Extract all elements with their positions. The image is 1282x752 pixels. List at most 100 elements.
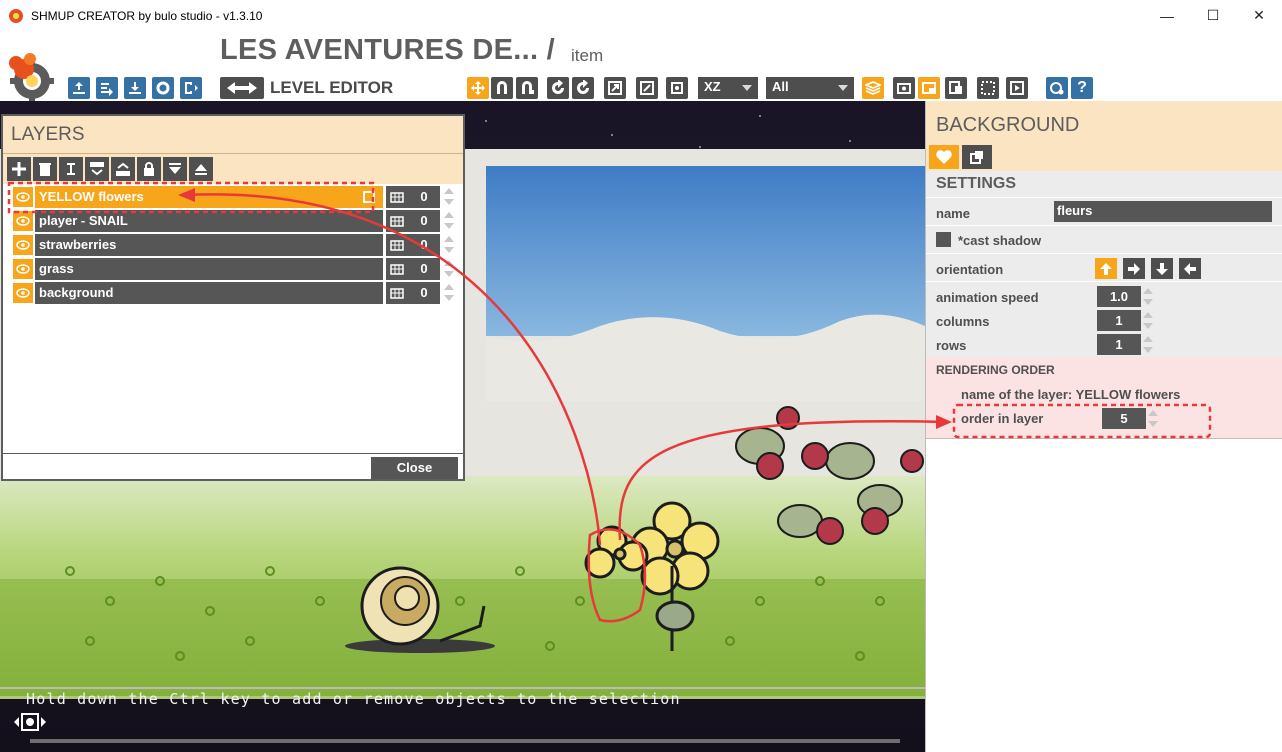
cast-shadow-checkbox[interactable] xyxy=(936,232,951,247)
play-icon[interactable] xyxy=(1006,77,1028,99)
swap-editor-icon[interactable] xyxy=(220,77,264,99)
grid-icon[interactable] xyxy=(386,258,408,280)
animation-speed-stepper[interactable] xyxy=(1143,286,1155,307)
eye-icon[interactable] xyxy=(13,235,33,255)
eye-icon[interactable] xyxy=(13,283,33,303)
scale-icon[interactable] xyxy=(604,77,626,99)
app-icon xyxy=(9,8,23,23)
properties-panel: BACKGROUND SETTINGS name fleurs *cast sh… xyxy=(925,101,1282,752)
filter-select[interactable]: All xyxy=(766,77,854,99)
eye-icon[interactable] xyxy=(13,259,33,279)
tutorial-icon[interactable] xyxy=(1046,77,1068,99)
grid-icon[interactable] xyxy=(386,234,408,256)
chevron-down-icon xyxy=(838,85,848,91)
columns-label: columns xyxy=(936,314,990,329)
layer-row[interactable]: grass 0 xyxy=(13,258,455,280)
heart-icon[interactable] xyxy=(929,145,959,169)
layer-order-value[interactable]: 0 xyxy=(408,234,440,256)
rename-icon[interactable] xyxy=(59,157,83,181)
columns-stepper[interactable] xyxy=(1143,310,1155,331)
move-tool-icon[interactable] xyxy=(467,77,489,99)
rendering-order-section: RENDERING ORDER name of the layer: YELLO… xyxy=(926,357,1282,439)
order-stepper[interactable] xyxy=(443,211,455,231)
grid-icon[interactable] xyxy=(386,210,408,232)
order-stepper[interactable] xyxy=(443,187,455,207)
chevron-down-icon xyxy=(742,85,752,91)
layers-panel-title: LAYERS xyxy=(3,116,463,154)
layer-row[interactable]: background 0 xyxy=(13,282,455,304)
camera-frame-icon[interactable] xyxy=(12,710,48,734)
layer-name[interactable]: player - SNAIL xyxy=(35,210,383,232)
layer-name[interactable]: grass xyxy=(35,258,383,280)
name-input[interactable]: fleurs xyxy=(1054,201,1272,222)
layers-panel: LAYERS YELLOW flowers 0 player - SNAIL 0… xyxy=(1,114,465,481)
layer-name[interactable]: strawberries xyxy=(35,234,383,256)
move-up-icon[interactable] xyxy=(189,157,213,181)
layers-copy-icon[interactable] xyxy=(962,145,992,169)
copy-paste-icon[interactable] xyxy=(945,77,967,99)
layer-name[interactable]: background xyxy=(35,282,383,304)
trash-icon[interactable] xyxy=(33,157,57,181)
order-in-layer-label: order in layer xyxy=(961,411,1044,426)
exit-icon[interactable] xyxy=(180,77,202,99)
rendering-order-heading: RENDERING ORDER xyxy=(936,363,1055,377)
arrow-up-icon[interactable] xyxy=(1095,258,1117,279)
maximize-icon[interactable]: ☐ xyxy=(1190,0,1236,31)
layer-order-value[interactable]: 0 xyxy=(408,210,440,232)
scale-snap-icon[interactable] xyxy=(636,77,658,99)
grid-icon[interactable] xyxy=(386,282,408,304)
animation-speed-input[interactable]: 1.0 xyxy=(1097,286,1141,307)
layer-order-value[interactable]: 0 xyxy=(408,186,440,208)
grid-icon[interactable] xyxy=(386,186,408,208)
arrow-left-icon[interactable] xyxy=(1179,258,1201,279)
add-icon[interactable] xyxy=(7,157,31,181)
rows-input[interactable]: 1 xyxy=(1097,334,1141,355)
close-icon[interactable]: ✕ xyxy=(1236,0,1282,31)
eye-icon[interactable] xyxy=(13,187,33,207)
horizontal-scrollbar[interactable] xyxy=(30,739,900,743)
layer-name-label: name of the layer: YELLOW flowers xyxy=(961,387,1181,402)
layers-icon[interactable] xyxy=(862,77,884,99)
order-stepper[interactable] xyxy=(443,259,455,279)
merge-down-icon[interactable] xyxy=(85,157,109,181)
layer-order-value[interactable]: 0 xyxy=(408,282,440,304)
merge-up-icon[interactable] xyxy=(111,157,135,181)
rows-label: rows xyxy=(936,338,967,353)
layer-row[interactable]: YELLOW flowers 0 xyxy=(13,186,455,208)
rows-stepper[interactable] xyxy=(1143,334,1155,355)
order-in-layer-input[interactable]: 5 xyxy=(1102,408,1146,429)
orientation-row: orientation xyxy=(926,253,1282,281)
dashed-select-icon[interactable] xyxy=(977,77,999,99)
minimize-icon[interactable]: — xyxy=(1144,0,1190,31)
upload-icon[interactable] xyxy=(68,77,90,99)
lock-icon[interactable] xyxy=(137,157,161,181)
filter-select-value: All xyxy=(772,79,789,94)
move-down-icon[interactable] xyxy=(163,157,187,181)
layer-row[interactable]: player - SNAIL 0 xyxy=(13,210,455,232)
close-button[interactable]: Close xyxy=(371,457,458,479)
help-icon[interactable]: ? xyxy=(1071,77,1093,99)
columns-input[interactable]: 1 xyxy=(1097,310,1141,331)
order-stepper[interactable] xyxy=(443,283,455,303)
order-in-layer-stepper[interactable] xyxy=(1148,408,1160,429)
layer-name[interactable]: YELLOW flowers xyxy=(35,186,383,208)
rotate-icon[interactable] xyxy=(547,77,569,99)
arrow-right-icon[interactable] xyxy=(1123,258,1145,279)
order-stepper[interactable] xyxy=(443,235,455,255)
export-icon[interactable] xyxy=(96,77,118,99)
download-icon[interactable] xyxy=(124,77,146,99)
layer-order-value[interactable]: 0 xyxy=(408,258,440,280)
settings-gear-icon[interactable] xyxy=(152,77,174,99)
eye-icon[interactable] xyxy=(13,211,33,231)
snap-icon[interactable] xyxy=(491,77,513,99)
layer-row[interactable]: strawberries 0 xyxy=(13,234,455,256)
scale-reset-icon[interactable] xyxy=(666,77,688,99)
arrow-down-icon[interactable] xyxy=(1151,258,1173,279)
screenshot-icon[interactable] xyxy=(893,77,915,99)
properties-tabs xyxy=(926,143,1282,171)
rotate-snap-icon[interactable] xyxy=(572,77,594,99)
folder-image-icon[interactable] xyxy=(918,77,940,99)
axis-select[interactable]: XZ xyxy=(698,77,758,99)
axis-select-value: XZ xyxy=(704,79,721,94)
snap-grid-icon[interactable] xyxy=(516,77,538,99)
